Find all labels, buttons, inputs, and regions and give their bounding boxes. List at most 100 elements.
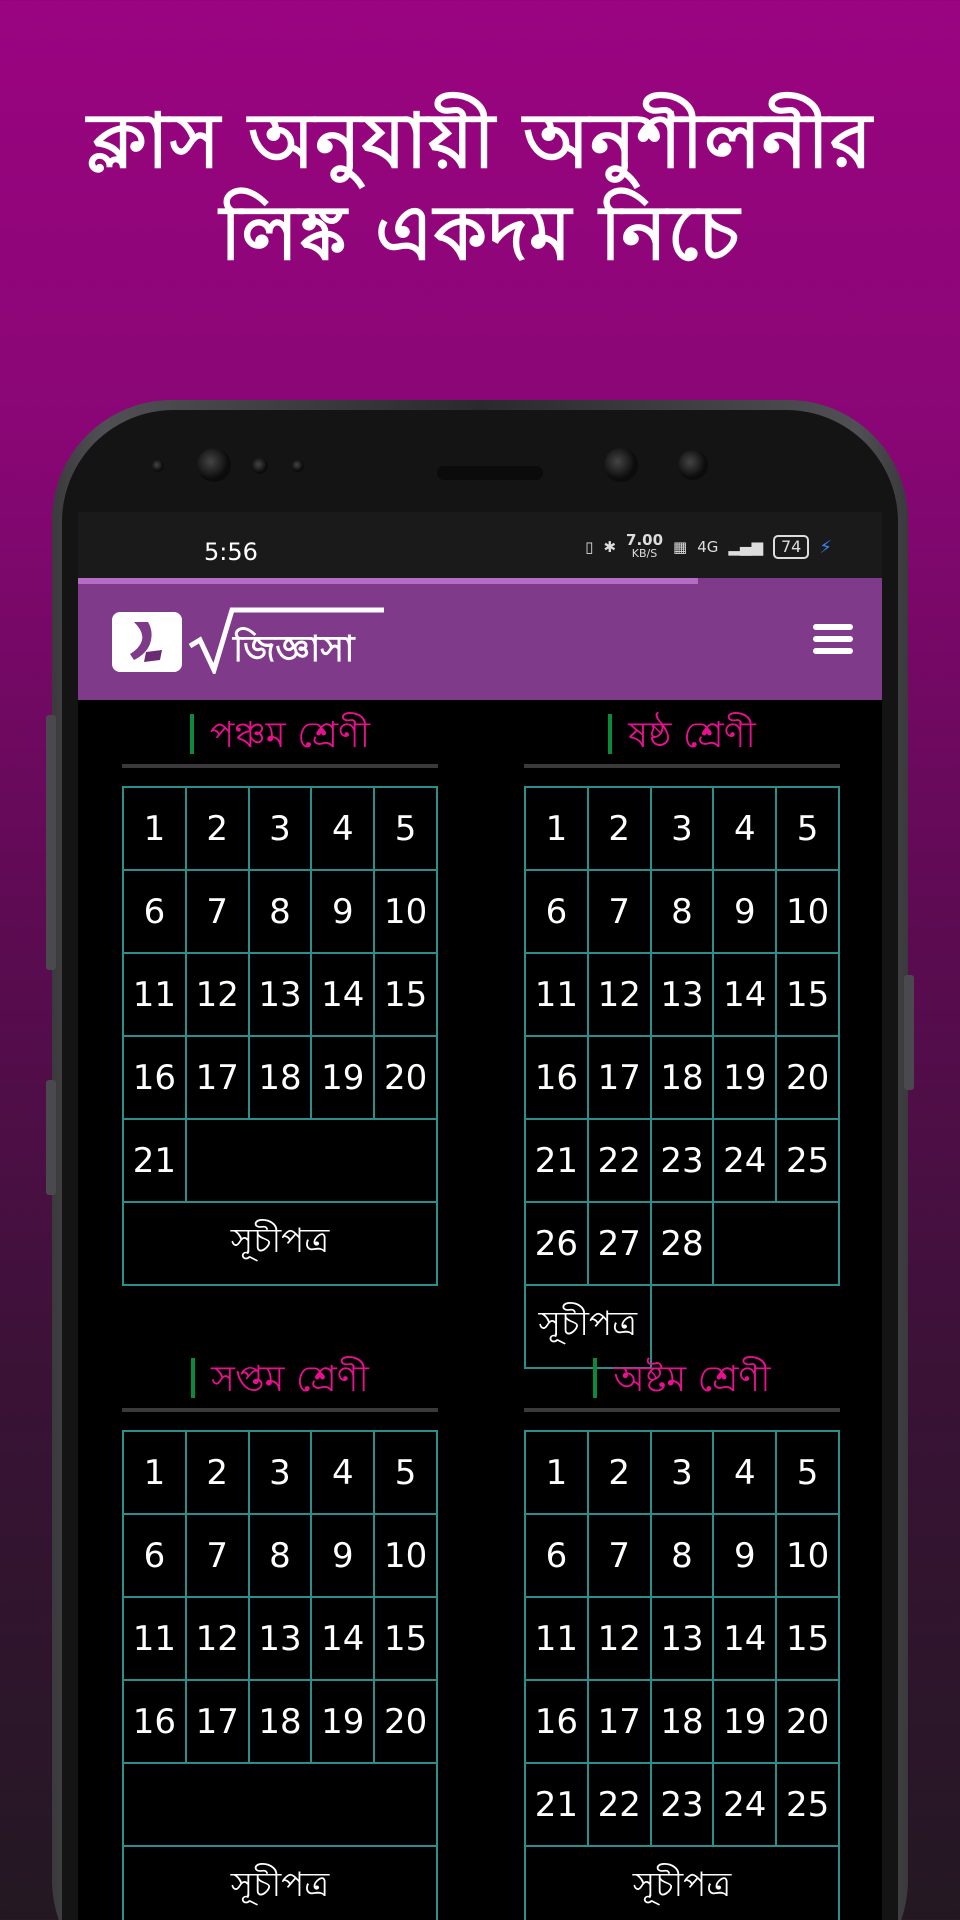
chapter-link[interactable]: 9: [312, 1515, 376, 1598]
chapter-link[interactable]: 15: [375, 954, 438, 1037]
chapter-link[interactable]: 20: [375, 1681, 438, 1764]
chapter-link[interactable]: 1: [526, 1432, 589, 1515]
chapter-link[interactable]: 13: [651, 954, 715, 1037]
chapter-link[interactable]: 7: [186, 1515, 250, 1598]
chapter-link[interactable]: 3: [651, 1432, 715, 1515]
chapter-link[interactable]: 2: [588, 1432, 652, 1515]
chapter-link[interactable]: 11: [124, 1598, 187, 1681]
chapter-link[interactable]: 14: [714, 1598, 778, 1681]
chapter-link[interactable]: 21: [124, 1120, 187, 1203]
chapter-link[interactable]: 8: [651, 871, 715, 954]
chapter-link[interactable]: 23: [651, 1764, 715, 1847]
index-link[interactable]: সূচীপত্র: [526, 1847, 840, 1920]
chapter-link[interactable]: 12: [588, 954, 652, 1037]
chapter-link[interactable]: 22: [588, 1120, 652, 1203]
chapter-link[interactable]: 1: [124, 788, 187, 871]
chapter-link[interactable]: 9: [714, 1515, 778, 1598]
chapter-link[interactable]: 10: [375, 1515, 438, 1598]
chapter-link[interactable]: 3: [651, 788, 715, 871]
chapter-link[interactable]: 4: [312, 1432, 376, 1515]
chapter-link[interactable]: 25: [777, 1120, 840, 1203]
chapter-link[interactable]: 7: [588, 871, 652, 954]
chapter-link[interactable]: 13: [651, 1598, 715, 1681]
chapter-link[interactable]: 13: [249, 1598, 313, 1681]
chapter-link[interactable]: 3: [249, 1432, 313, 1515]
chapter-link[interactable]: 4: [714, 788, 778, 871]
chapter-link[interactable]: 18: [651, 1681, 715, 1764]
chapter-link[interactable]: 1: [124, 1432, 187, 1515]
chapter-link[interactable]: 19: [714, 1037, 778, 1120]
chapter-link[interactable]: 28: [651, 1203, 715, 1286]
chapter-link[interactable]: 24: [714, 1120, 778, 1203]
chapter-link[interactable]: 4: [714, 1432, 778, 1515]
chapter-link[interactable]: 19: [312, 1037, 376, 1120]
chapter-link[interactable]: 9: [714, 871, 778, 954]
index-link[interactable]: সূচীপত্র: [124, 1203, 438, 1286]
chapter-link[interactable]: 6: [124, 1515, 187, 1598]
chapter-link[interactable]: 6: [526, 1515, 589, 1598]
chapter-link[interactable]: 21: [526, 1764, 589, 1847]
chapter-link[interactable]: 17: [186, 1037, 250, 1120]
chapter-link[interactable]: 20: [375, 1037, 438, 1120]
chapter-link[interactable]: 5: [375, 788, 438, 871]
chapter-link[interactable]: 10: [777, 871, 840, 954]
chapter-link[interactable]: 7: [588, 1515, 652, 1598]
chapter-link[interactable]: 12: [186, 954, 250, 1037]
chapter-link[interactable]: 19: [312, 1681, 376, 1764]
chapter-link[interactable]: 6: [124, 871, 187, 954]
chapter-link[interactable]: 8: [651, 1515, 715, 1598]
chapter-link[interactable]: 22: [588, 1764, 652, 1847]
chapter-link[interactable]: 18: [249, 1037, 313, 1120]
chapter-link[interactable]: 25: [777, 1764, 840, 1847]
chapter-link[interactable]: 9: [312, 871, 376, 954]
chapter-link[interactable]: 13: [249, 954, 313, 1037]
chapter-link[interactable]: 4: [312, 788, 376, 871]
chapter-link[interactable]: 3: [249, 788, 313, 871]
chapter-link[interactable]: 17: [186, 1681, 250, 1764]
chapter-link[interactable]: 14: [312, 1598, 376, 1681]
chapter-link[interactable]: 27: [588, 1203, 652, 1286]
chapter-link[interactable]: 5: [777, 1432, 840, 1515]
chapter-link[interactable]: 20: [777, 1037, 840, 1120]
chapter-link[interactable]: 16: [124, 1037, 187, 1120]
chapter-link[interactable]: 12: [588, 1598, 652, 1681]
chapter-link[interactable]: 19: [714, 1681, 778, 1764]
chapter-link[interactable]: 16: [124, 1681, 187, 1764]
chapter-link[interactable]: 2: [186, 788, 250, 871]
chapter-link[interactable]: 1: [526, 788, 589, 871]
chapter-link[interactable]: 14: [312, 954, 376, 1037]
logo-icon[interactable]: [112, 612, 182, 672]
chapter-link[interactable]: 11: [526, 954, 589, 1037]
chapter-link[interactable]: 20: [777, 1681, 840, 1764]
chapter-link[interactable]: 10: [375, 871, 438, 954]
index-link[interactable]: সূচীপত্র: [124, 1847, 438, 1920]
chapter-link[interactable]: 16: [526, 1681, 589, 1764]
chapter-link[interactable]: 11: [124, 954, 187, 1037]
chapter-link[interactable]: 5: [375, 1432, 438, 1515]
chapter-link[interactable]: 5: [777, 788, 840, 871]
chapter-link[interactable]: 18: [249, 1681, 313, 1764]
chapter-link[interactable]: 15: [777, 954, 840, 1037]
chapter-link[interactable]: 24: [714, 1764, 778, 1847]
chapter-link[interactable]: 7: [186, 871, 250, 954]
chapter-link[interactable]: 26: [526, 1203, 589, 1286]
chapter-link[interactable]: 23: [651, 1120, 715, 1203]
chapter-link[interactable]: 18: [651, 1037, 715, 1120]
chapter-link[interactable]: 8: [249, 871, 313, 954]
chapter-link[interactable]: 10: [777, 1515, 840, 1598]
chapter-link[interactable]: 2: [186, 1432, 250, 1515]
chapter-link[interactable]: 11: [526, 1598, 589, 1681]
chapter-link[interactable]: 8: [249, 1515, 313, 1598]
chapter-link[interactable]: 21: [526, 1120, 589, 1203]
chapter-link[interactable]: 6: [526, 871, 589, 954]
chapter-link[interactable]: 14: [714, 954, 778, 1037]
chapter-link[interactable]: 16: [526, 1037, 589, 1120]
front-camera-icon: [197, 448, 231, 482]
chapter-link[interactable]: 12: [186, 1598, 250, 1681]
chapter-link[interactable]: 15: [777, 1598, 840, 1681]
chapter-link[interactable]: 17: [588, 1037, 652, 1120]
chapter-link[interactable]: 15: [375, 1598, 438, 1681]
chapter-link[interactable]: 17: [588, 1681, 652, 1764]
chapter-link[interactable]: 2: [588, 788, 652, 871]
hamburger-menu-icon[interactable]: [813, 624, 853, 660]
